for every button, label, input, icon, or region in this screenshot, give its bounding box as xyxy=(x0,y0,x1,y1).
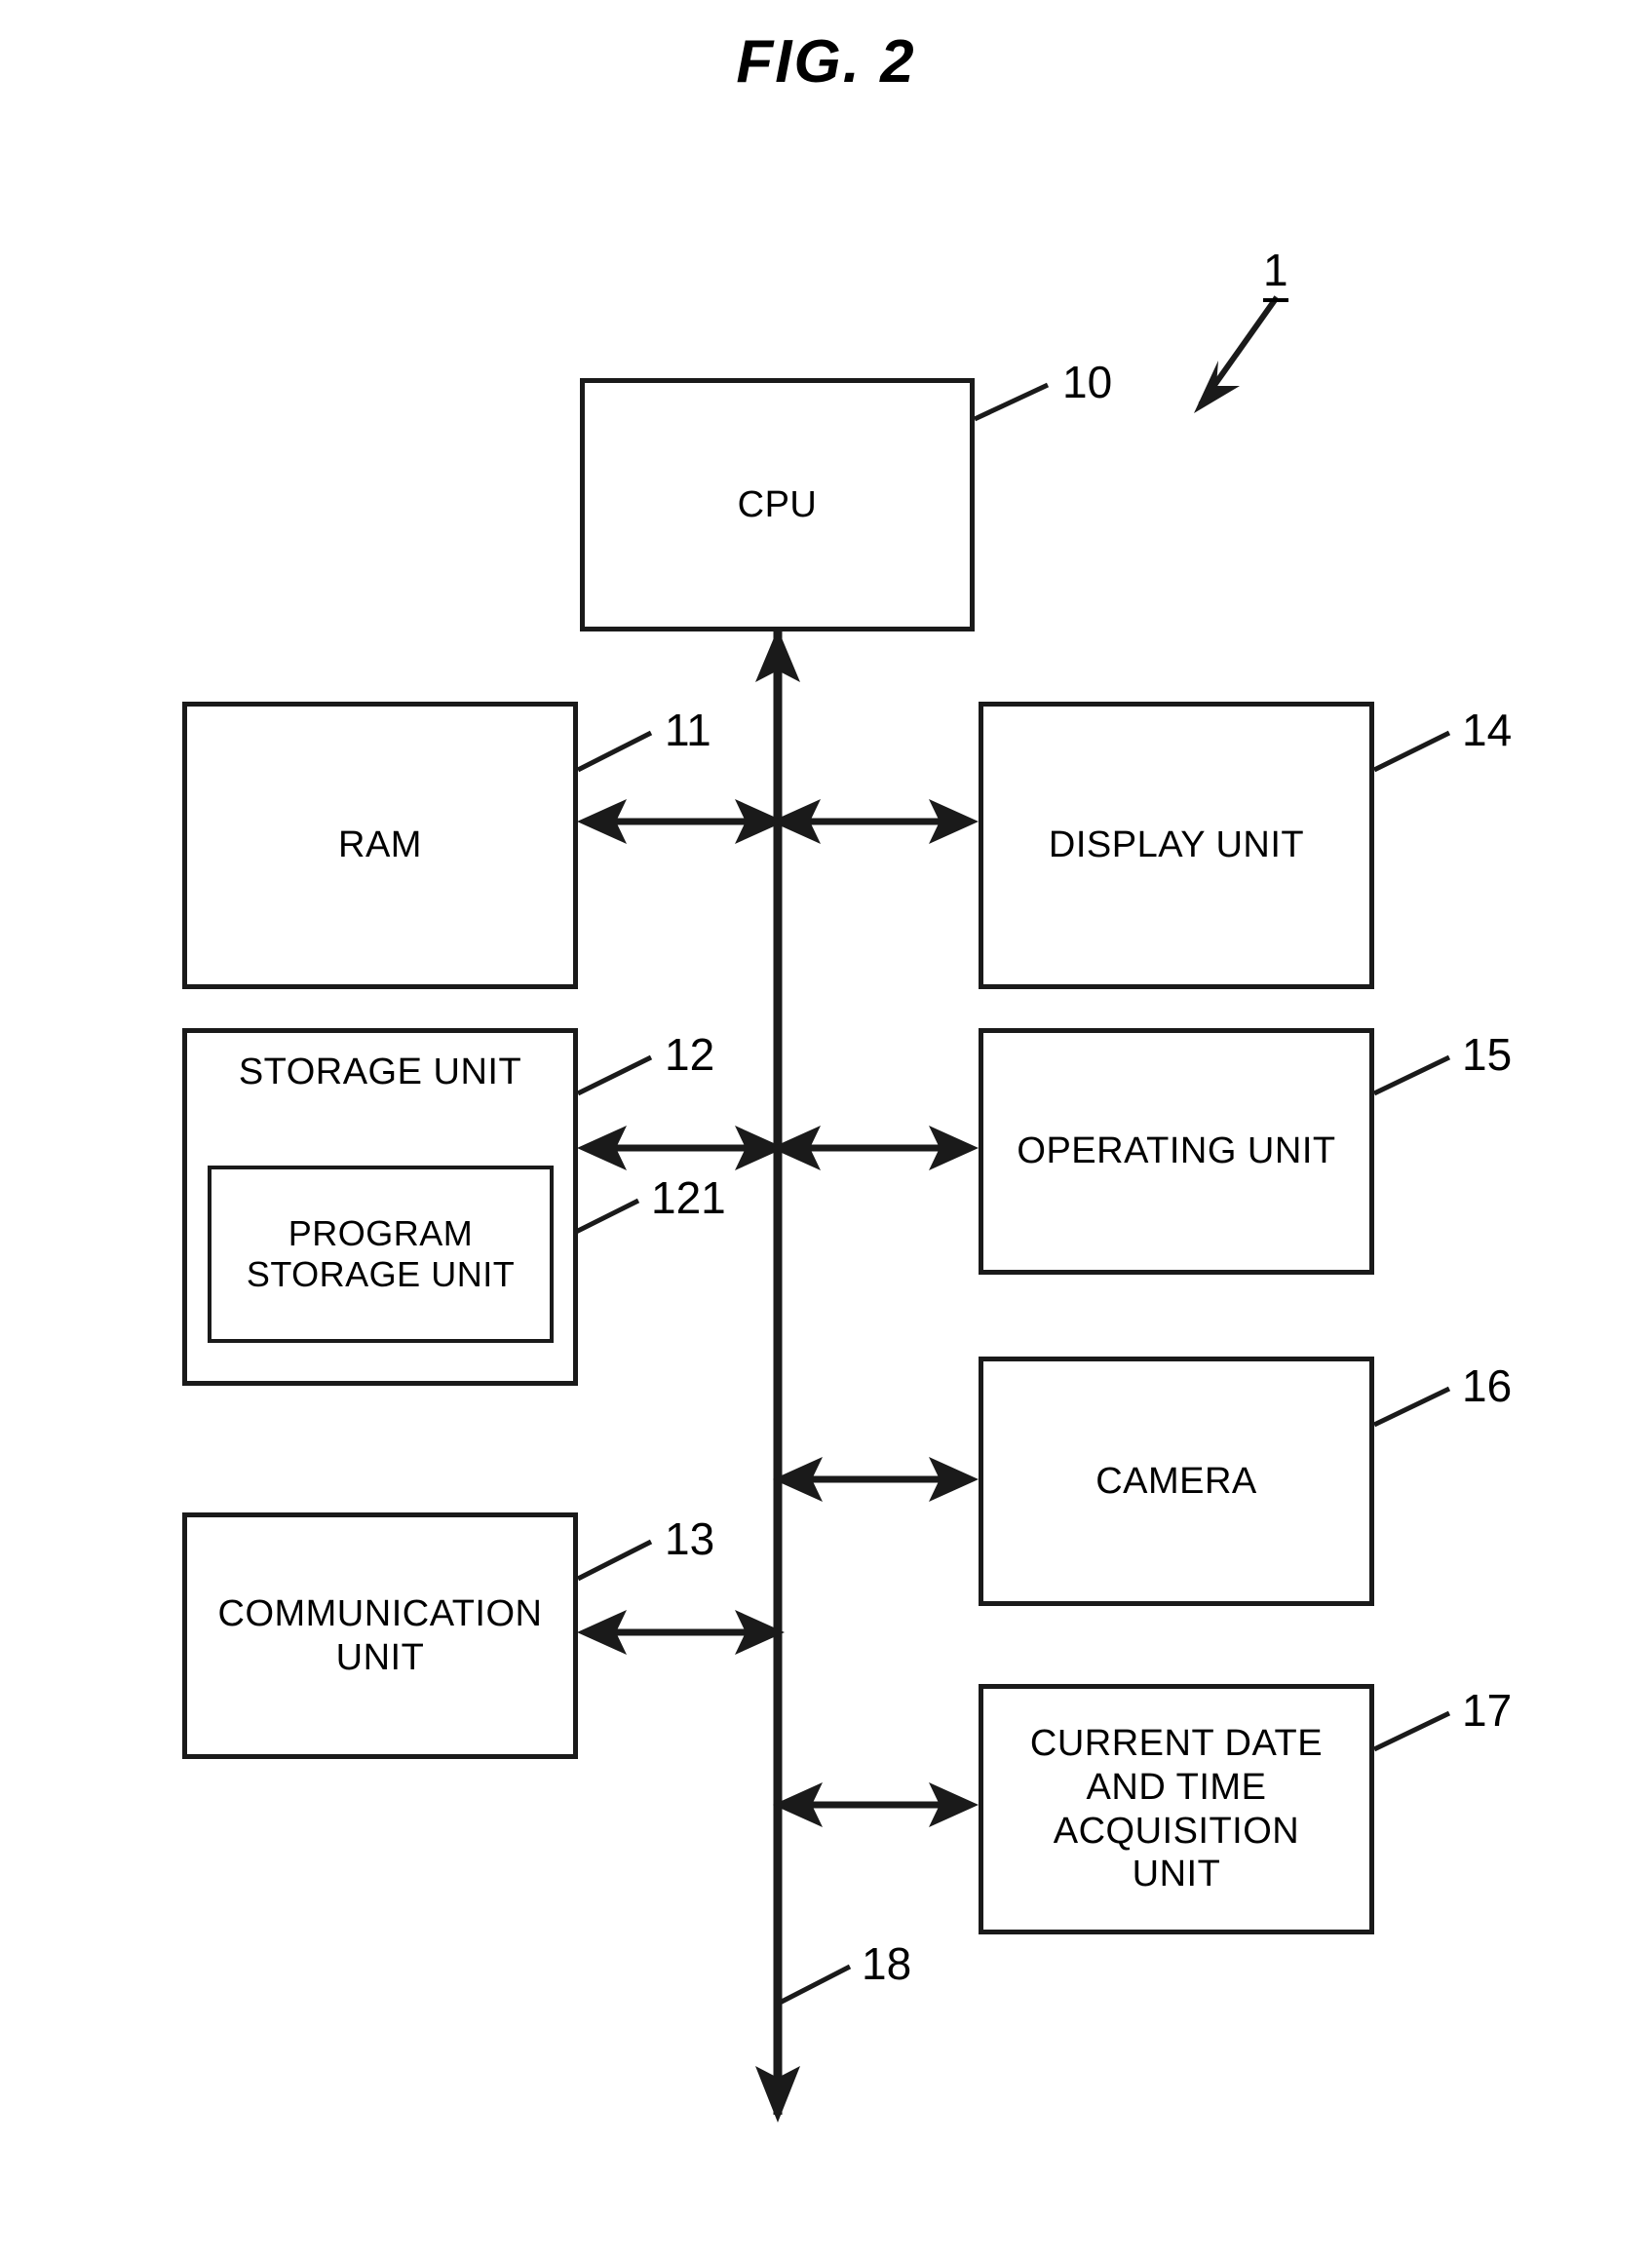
refnum-communication-unit: 13 xyxy=(665,1513,715,1564)
block-camera-label: CAMERA xyxy=(1095,1460,1257,1502)
refnum-system: 1 xyxy=(1263,244,1288,302)
system-bus-line xyxy=(755,629,800,2123)
system-pointer-arrow xyxy=(1194,295,1280,413)
connector-bus-datetime xyxy=(773,1782,979,1827)
block-operating-unit-label: OPERATING UNIT xyxy=(1017,1130,1336,1172)
block-display-unit-label: DISPLAY UNIT xyxy=(1048,824,1305,866)
connector-ram-bus-display xyxy=(577,799,979,844)
refnum-storage-unit: 12 xyxy=(665,1029,715,1080)
refnum-program-storage-unit: 121 xyxy=(651,1172,726,1223)
leader-ram xyxy=(576,730,653,773)
leader-operating xyxy=(1372,1054,1451,1096)
block-communication-unit[interactable]: COMMUNICATION UNIT xyxy=(182,1512,578,1759)
block-communication-unit-label: COMMUNICATION UNIT xyxy=(217,1592,543,1678)
block-camera[interactable]: CAMERA xyxy=(979,1357,1374,1606)
refnum-operating-unit: 15 xyxy=(1462,1029,1513,1080)
figure-canvas: FIG. 2 CPU RAM DISPLAY UNIT STORAGE UNIT… xyxy=(0,0,1652,2257)
connector-storage-bus-operating xyxy=(577,1126,979,1170)
leader-datetime xyxy=(1372,1710,1451,1752)
block-program-storage-unit[interactable]: PROGRAM STORAGE UNIT xyxy=(208,1166,554,1343)
leader-camera xyxy=(1372,1386,1451,1428)
refnum-camera: 16 xyxy=(1462,1360,1513,1411)
block-operating-unit[interactable]: OPERATING UNIT xyxy=(979,1028,1374,1275)
leader-communication xyxy=(576,1539,653,1582)
refnum-cpu: 10 xyxy=(1062,357,1113,407)
refnum-datetime-acquisition-unit: 17 xyxy=(1462,1685,1513,1736)
block-ram[interactable]: RAM xyxy=(182,702,578,989)
block-storage-unit-label: STORAGE UNIT xyxy=(238,1052,522,1092)
leader-storage xyxy=(576,1054,653,1096)
refnum-ram: 11 xyxy=(665,705,711,755)
block-cpu[interactable]: CPU xyxy=(580,378,975,631)
figure-title: FIG. 2 xyxy=(736,28,916,96)
block-program-storage-unit-label: PROGRAM STORAGE UNIT xyxy=(246,1212,516,1294)
connector-bus-camera xyxy=(773,1457,979,1502)
block-datetime-acquisition-unit[interactable]: CURRENT DATE AND TIME ACQUISITION UNIT xyxy=(979,1684,1374,1934)
refnum-display-unit: 14 xyxy=(1462,705,1513,755)
connector-communication-bus xyxy=(577,1610,785,1655)
refnum-bus: 18 xyxy=(862,1938,912,1989)
leader-bus xyxy=(778,1964,852,2006)
leader-display xyxy=(1372,730,1451,773)
block-ram-label: RAM xyxy=(338,824,422,866)
leader-cpu xyxy=(973,382,1050,422)
block-display-unit[interactable]: DISPLAY UNIT xyxy=(979,702,1374,989)
block-cpu-label: CPU xyxy=(737,483,818,525)
block-datetime-acquisition-unit-label: CURRENT DATE AND TIME ACQUISITION UNIT xyxy=(1029,1722,1324,1895)
